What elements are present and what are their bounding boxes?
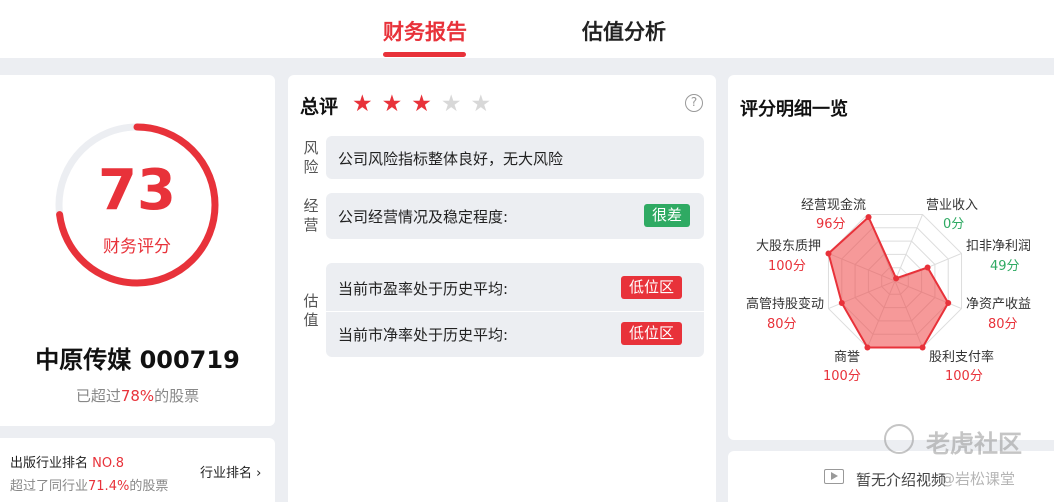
tab-bar: 财务报告 估值分析 [0, 0, 1054, 58]
star-filled-icon: ★ [352, 91, 373, 117]
radar-axis-label: 商誉 [834, 350, 861, 365]
radar-axis-value: 80分 [767, 317, 797, 332]
radar-point [825, 250, 832, 257]
radar-point [865, 214, 872, 221]
stock-name: 中原传媒 000719 [35, 346, 240, 374]
industry-rank-number: NO.8 [92, 456, 124, 471]
radar-point [919, 344, 926, 351]
radar-axis-value: 100分 [945, 369, 983, 384]
operation-badge: 很差 [644, 204, 691, 227]
star-filled-icon: ★ [381, 91, 403, 117]
radar-axis-value: 0分 [943, 217, 965, 232]
star-filled-icon: ★ [411, 91, 432, 117]
valuation-divider [326, 311, 704, 312]
star-empty-icon: ★ [440, 91, 462, 117]
rating-stars: ★ ★ ★ ★ ★ [352, 92, 491, 116]
radar-axis-label: 大股东质押 [756, 239, 822, 254]
video-icon [824, 469, 844, 484]
radar-axis-label: 股利支付率 [929, 350, 995, 365]
radar-point [924, 264, 931, 271]
help-icon[interactable]: ? [685, 94, 703, 112]
radar-axis-value: 100分 [768, 259, 806, 274]
radar-point [864, 344, 871, 351]
radar-point [838, 300, 845, 307]
tab-valuation-analysis[interactable]: 估值分析 [582, 16, 666, 46]
radar-axis-label: 高管持股变动 [746, 297, 825, 312]
radar-axis-value: 49分 [990, 259, 1020, 274]
watermark-author: @岩松课堂 [940, 470, 1016, 488]
radar-axis-label: 营业收入 [926, 198, 979, 213]
score-label: 财务评分 [103, 237, 171, 257]
radar-axis-value: 100分 [823, 369, 861, 384]
industry-rank-text: 出版行业排名 NO.8 [10, 456, 124, 471]
star-empty-icon: ★ [470, 91, 492, 117]
industry-rank-link[interactable]: 行业排名 › [200, 462, 261, 481]
pb-text: 当前市净率处于历史平均: [338, 326, 509, 344]
pb-badge: 低位区 [621, 322, 683, 345]
industry-exceed-text: 超过了同行业71.4%的股票 [10, 479, 169, 494]
chevron-right-icon: › [256, 466, 262, 481]
stock-exceed-text: 已超过78%的股票 [75, 387, 200, 405]
stock-exceed-pct: 78% [120, 387, 155, 405]
tab-financial-report[interactable]: 财务报告 [383, 16, 467, 46]
radar-axis-value: 80分 [988, 317, 1018, 332]
operation-text: 公司经营情况及稳定程度: [338, 208, 509, 226]
radar-axis-label: 经营现金流 [801, 198, 867, 213]
risk-label: 风险 [303, 139, 319, 176]
pe-badge: 低位区 [621, 276, 683, 299]
watermark-logo-icon [884, 424, 914, 454]
score-radar-chart [825, 213, 963, 351]
radar-data-area [827, 215, 950, 349]
radar-axis-value: 96分 [816, 217, 846, 232]
radar-point [893, 275, 900, 282]
radar-axis-label: 扣非净利润 [966, 239, 1032, 254]
risk-text: 公司风险指标整体良好，无大风险 [338, 150, 564, 168]
radar-point [945, 300, 952, 307]
summary-title: 总评 [300, 96, 339, 118]
score-detail-title: 评分明细一览 [740, 99, 848, 120]
no-intro-text: 暂无介绍视频 [856, 471, 947, 489]
pe-text: 当前市盈率处于历史平均: [338, 280, 509, 298]
valuation-label: 估值 [303, 292, 319, 329]
active-tab-indicator [383, 52, 466, 57]
score-value: 73 [98, 158, 176, 223]
operation-label: 经营 [303, 197, 319, 234]
radar-axis-label: 净资产收益 [966, 297, 1032, 312]
